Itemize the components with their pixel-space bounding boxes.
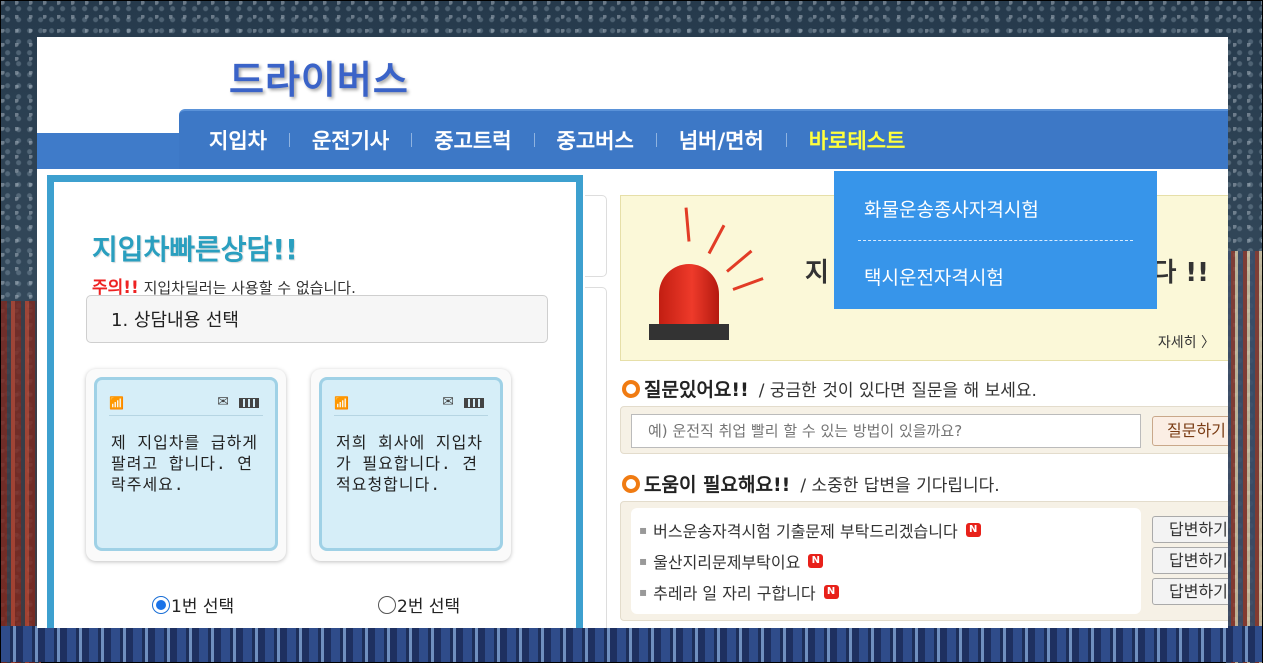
radio-option-2[interactable]: 2번 선택 <box>378 592 460 617</box>
envelope-icon: ✉ <box>217 394 229 410</box>
list-item-text[interactable]: 울산지리문제부탁이요 <box>653 549 800 573</box>
nav-separator <box>785 133 787 147</box>
answer-button[interactable]: 답변하기 <box>1152 578 1228 605</box>
list-item[interactable]: ▪ 추레라 일 자리 구합니다 N <box>639 580 839 604</box>
card-message: 제 지입차를 급하게 팔려고 합니다. 연락주세요. <box>111 433 259 494</box>
orange-ring-icon <box>622 379 640 398</box>
side-box-partial <box>585 287 607 628</box>
side-box-partial <box>585 195 607 277</box>
quick-consult-panel: 지입차빠른상담!! 주의!! 지입차딜러는 사용할 수 없습니다. 1. 상담내… <box>47 175 583 628</box>
bullet-icon: ▪ <box>639 523 648 537</box>
nav-item-baro-test[interactable]: 바로테스트 <box>797 125 918 155</box>
radio-label: 2번 선택 <box>397 597 461 617</box>
dropdown-item-taxi-exam[interactable]: 택시운전자격시험 <box>864 263 1004 290</box>
siren-ray <box>732 277 764 291</box>
new-badge-icon: N <box>965 523 981 537</box>
envelope-icon: ✉ <box>442 394 454 410</box>
answer-button[interactable]: 답변하기 <box>1152 516 1228 543</box>
consult-option-card-2[interactable]: 📶 ✉ 저희 회사에 지입차가 필요합니다. 견적요청합니다. <box>311 369 511 561</box>
siren-icon <box>659 264 719 326</box>
help-subtitle: / 소중한 답변을 기다립니다. <box>800 476 1000 496</box>
nav-separator <box>288 133 290 147</box>
main-nav: 지입차 운전기사 중고트럭 중고버스 넘버/면허 바로테스트 <box>179 109 1228 169</box>
list-item-text[interactable]: 버스운송자격시험 기출문제 부탁드리겠습니다 <box>653 518 958 542</box>
background-containers-bottom <box>1 626 1262 662</box>
bullet-icon: ▪ <box>639 585 648 599</box>
siren-base <box>649 324 729 340</box>
consult-title: 지입차빠른상담!! <box>92 233 298 266</box>
siren-ray <box>684 207 691 242</box>
nav-separator <box>533 133 535 147</box>
signal-icon: 📶 <box>334 396 349 410</box>
nav-item-used-truck[interactable]: 중고트럭 <box>422 125 523 155</box>
battery-icon <box>464 398 484 408</box>
answer-button[interactable]: 답변하기 <box>1152 547 1228 574</box>
list-item[interactable]: ▪ 울산지리문제부탁이요 N <box>639 549 824 573</box>
help-list: ▪ 버스운송자격시험 기출문제 부탁드리겠습니다 N ▪ 울산지리문제부탁이요 … <box>631 508 1141 614</box>
list-item[interactable]: ▪ 버스운송자격시험 기출문제 부탁드리겠습니다 N <box>639 518 981 542</box>
radio-button[interactable] <box>378 595 396 614</box>
alert-text: 지 <box>805 258 829 288</box>
nav-item-number-license[interactable]: 넘버/면허 <box>667 125 776 155</box>
consult-option-card-1[interactable]: 📶 ✉ 제 지입차를 급하게 팔려고 합니다. 연락주세요. <box>86 369 286 561</box>
signal-icon: 📶 <box>109 396 124 410</box>
help-list-box: ▪ 버스운송자격시험 기출문제 부탁드리겠습니다 N ▪ 울산지리문제부탁이요 … <box>620 501 1228 621</box>
phone-screen: 📶 ✉ 제 지입차를 급하게 팔려고 합니다. 연락주세요. <box>94 377 278 551</box>
background-containers-left <box>1 301 41 663</box>
background-containers-right <box>1226 251 1262 663</box>
phone-status-bar: 📶 ✉ <box>109 394 263 416</box>
nav-separator <box>655 133 657 147</box>
phone-status-bar: 📶 ✉ <box>334 394 488 416</box>
siren-ray <box>726 249 753 273</box>
phone-screen: 📶 ✉ 저희 회사에 지입차가 필요합니다. 견적요청합니다. <box>319 377 503 551</box>
baro-test-dropdown: 화물운송종사자격시험 택시운전자격시험 <box>834 171 1157 309</box>
question-subtitle: / 궁금한 것이 있다면 질문을 해 보세요. <box>758 381 1037 401</box>
nav-item-used-bus[interactable]: 중고버스 <box>545 125 646 155</box>
alert-more-link[interactable]: 자세히 〉 <box>1158 332 1215 352</box>
ask-question-button[interactable]: 질문하기 <box>1152 416 1228 446</box>
help-section-title: 도움이 필요해요!! / 소중한 답변을 기다립니다. <box>622 470 1000 497</box>
radio-label: 1번 선택 <box>171 597 235 617</box>
dropdown-divider <box>858 240 1133 241</box>
bullet-icon: ▪ <box>639 554 648 568</box>
page: 드라이버스 지입차 운전기사 중고트럭 중고버스 넘버/면허 바로테스트 지입차… <box>37 37 1228 628</box>
card-message: 저희 회사에 지입차가 필요합니다. 견적요청합니다. <box>336 433 484 494</box>
alert-text-end: 다 !! <box>1152 258 1209 288</box>
nav-left-band <box>37 133 181 169</box>
nav-item-driver[interactable]: 운전기사 <box>300 125 401 155</box>
new-badge-icon: N <box>808 554 824 568</box>
nav-item-jiipcha[interactable]: 지입차 <box>197 125 279 155</box>
radio-option-1[interactable]: 1번 선택 <box>152 592 234 617</box>
nav-separator <box>411 133 413 147</box>
question-section-title: 질문있어요!! / 궁금한 것이 있다면 질문을 해 보세요. <box>622 375 1037 402</box>
radio-button-checked[interactable] <box>152 595 170 614</box>
orange-ring-icon <box>622 474 640 493</box>
question-input[interactable] <box>631 414 1141 448</box>
site-logo[interactable]: 드라이버스 <box>229 49 409 104</box>
question-title: 질문있어요!! <box>644 379 749 401</box>
step-header: 1. 상담내용 선택 <box>86 295 548 343</box>
help-title: 도움이 필요해요!! <box>644 474 791 496</box>
siren-ray <box>707 224 726 255</box>
new-badge-icon: N <box>823 585 839 599</box>
battery-icon <box>239 398 259 408</box>
list-item-text[interactable]: 추레라 일 자리 구합니다 <box>653 580 815 604</box>
dropdown-item-cargo-exam[interactable]: 화물운송종사자격시험 <box>864 195 1039 222</box>
question-form: 질문하기 <box>620 406 1228 454</box>
